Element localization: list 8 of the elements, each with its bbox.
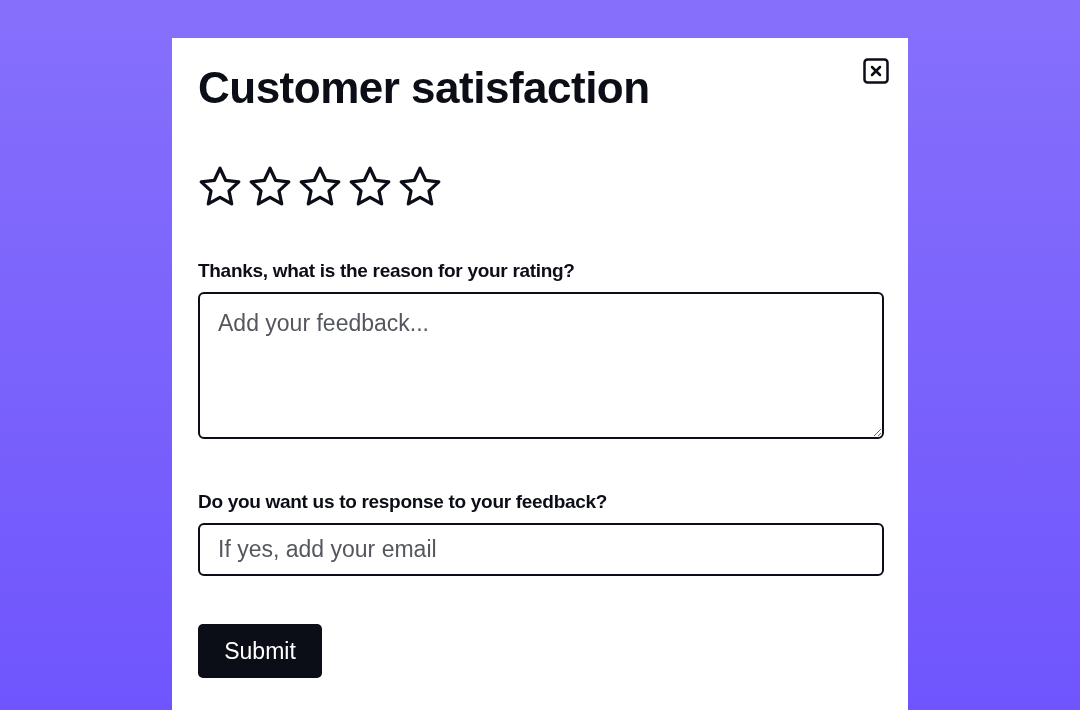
- field-label: Do you want us to response to your feedback?: [198, 491, 609, 513]
- submit-button[interactable]: Submit: [198, 624, 322, 678]
- field-label: Thanks, what is the reason for your rating?: [198, 260, 576, 282]
- feedback-field[interactable]: Add your feedback...: [198, 292, 884, 439]
- dialog-title: Customer satisfaction: [198, 62, 650, 114]
- close-button[interactable]: [863, 58, 889, 84]
- close-icon: [863, 58, 889, 84]
- email-field[interactable]: If yes, add your email: [198, 523, 884, 576]
